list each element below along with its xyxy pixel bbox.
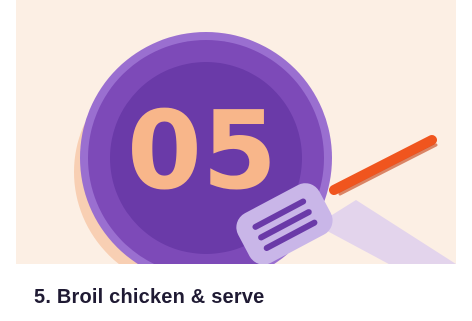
pan-illustration: 05 (74, 32, 456, 264)
step-illustration: 05 (16, 0, 456, 264)
pan-handle (316, 200, 456, 264)
step-number: 05 (127, 89, 277, 214)
step-card[interactable]: 05 5. Broil chicken & serve (0, 0, 472, 321)
step-caption[interactable]: 5. Broil chicken & serve (34, 286, 264, 309)
